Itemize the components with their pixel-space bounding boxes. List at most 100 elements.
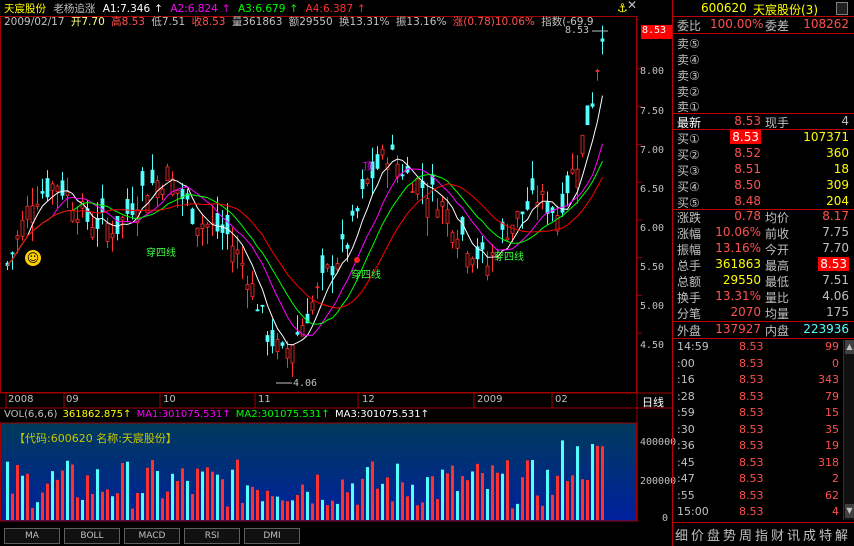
buy-row[interactable]: 买① 8.53 107371 [673,130,854,146]
buy-volume: 107371 [803,130,849,144]
candle-body [25,205,30,220]
scroll-up-icon[interactable]: ▲ [845,340,854,354]
close-icon[interactable]: ✕ [627,0,637,12]
volume-bar [401,482,404,520]
tick-price: 8.53 [739,422,764,436]
bar-amplitude: 振13.16% [395,16,447,28]
period-label[interactable]: 日线 [642,394,664,410]
candle-body [525,201,530,210]
tick-scrollbar[interactable]: ▲ ▼ [843,340,854,520]
buy-row[interactable]: 买⑤ 8.48 204 [673,194,854,210]
volume-bar [136,493,139,520]
tick-time: 15:00 [677,505,709,518]
panel-tab[interactable]: 盘 [707,525,720,544]
tick-row: :47 8.53 2 [673,472,843,487]
tick-time: :16 [677,373,695,386]
tab-rsi[interactable]: RSI [184,528,240,544]
weicha-value: 108262 [803,17,849,31]
panel-tab[interactable]: 讯 [787,525,800,544]
panel-tab[interactable]: 指 [755,525,768,544]
x-axis-label: 11 [258,394,271,405]
sell-row[interactable]: 卖④ [673,51,854,67]
tick-price: 8.53 [739,472,764,485]
buy-row[interactable]: 买③ 8.51 18 [673,162,854,178]
candle-body [155,180,160,199]
candle-body [105,223,110,242]
price-axis-label: 5.00 [640,301,665,312]
tick-row: :16 8.53 343 [673,373,843,388]
buy-row[interactable]: 买④ 8.50 309 [673,178,854,194]
stat-value: 2070 [730,305,761,319]
panel-tab[interactable]: 成 [803,525,816,544]
volume-bar [466,480,469,520]
tick-volume: 0 [832,356,839,370]
code-banner: 【代码:600620 名称:天宸股份】 [14,432,177,445]
candle-body [255,309,260,312]
sell-row[interactable]: 卖⑤ [673,35,854,51]
panel-tab[interactable]: 特 [819,525,832,544]
volume-bar [281,500,284,520]
inner-value: 223936 [803,322,849,336]
sell-5-label: 卖⑤ [677,37,700,51]
volume-bar [221,479,224,520]
formula-header: 天宸股份 老杨追涨 A1:7.346 ↑ A2:6.824 ↑ A3:6.679 ↑ … [4,1,370,15]
volume-bar [581,479,584,520]
tab-ma[interactable]: MA [4,528,60,544]
tab-macd[interactable]: MACD [124,528,180,544]
candle-body [280,342,285,346]
stat-value: 7.70 [822,241,849,255]
candle-body [200,223,205,230]
volume-bar [511,508,514,520]
buy-label: 买① [677,132,700,146]
tick-volume: 2 [832,472,839,485]
candle-body [310,301,315,311]
volume-bar [516,503,519,520]
bar-low: 低7.51 [151,16,186,28]
volume-bar [586,479,589,520]
volume-bar [476,463,479,520]
stat-value: 8.17 [822,209,849,223]
weibi-row: 委比 100.00% 委差 108262 [673,17,854,33]
kline-chart-area[interactable]: 天宸股份 老杨追涨 A1:7.346 ↑ A2:6.824 ↑ A3:6.679 ↑ … [0,0,676,546]
volume-bar [491,465,494,520]
buy-row[interactable]: 买② 8.52 360 [673,146,854,162]
tick-time: :59 [677,406,695,419]
tick-price: 8.53 [739,406,764,419]
candle-body [330,266,335,276]
panel-tab[interactable]: 周 [739,525,752,544]
candle-body [520,211,525,215]
panel-tab[interactable]: 价 [691,525,704,544]
signal-label: 穿四线 [494,252,524,263]
tab-boll[interactable]: BOLL [64,528,120,544]
stat-value: 7.75 [822,225,849,239]
buy-price: 8.51 [734,162,761,176]
stat-value: 361863 [715,257,761,271]
candle-body [50,183,55,191]
volume-bar [246,485,249,520]
scroll-button[interactable] [836,2,848,15]
panel-tab[interactable]: 势 [723,525,736,544]
candle-body [415,178,420,195]
volume-bar [296,494,299,520]
tick-volume: 4 [832,505,839,518]
sell-row[interactable]: 卖① [673,98,854,114]
panel-tab[interactable]: 财 [771,525,784,544]
scroll-down-icon[interactable]: ▼ [845,504,854,518]
sell-row[interactable]: 卖③ [673,67,854,83]
bar-turnover: 换13.31% [339,16,390,28]
candle-body [410,191,415,193]
tab-dmi[interactable]: DMI [244,528,300,544]
volume-bar [531,460,534,520]
tick-row: :55 8.53 62 [673,489,843,504]
stat-label: 均量 [765,307,790,321]
candle-body [285,348,290,359]
panel-tab[interactable]: 细 [675,525,688,544]
panel-tab[interactable]: 解 [835,525,848,544]
weicha-label: 委差 [765,19,790,33]
buy-volume: 18 [833,162,849,176]
candle-body [350,210,355,216]
volume-bar [341,479,344,520]
vol-ma3: MA3:301075.531↑ [335,409,430,420]
chart-canvas[interactable] [0,0,672,546]
sell-row[interactable]: 卖② [673,83,854,99]
